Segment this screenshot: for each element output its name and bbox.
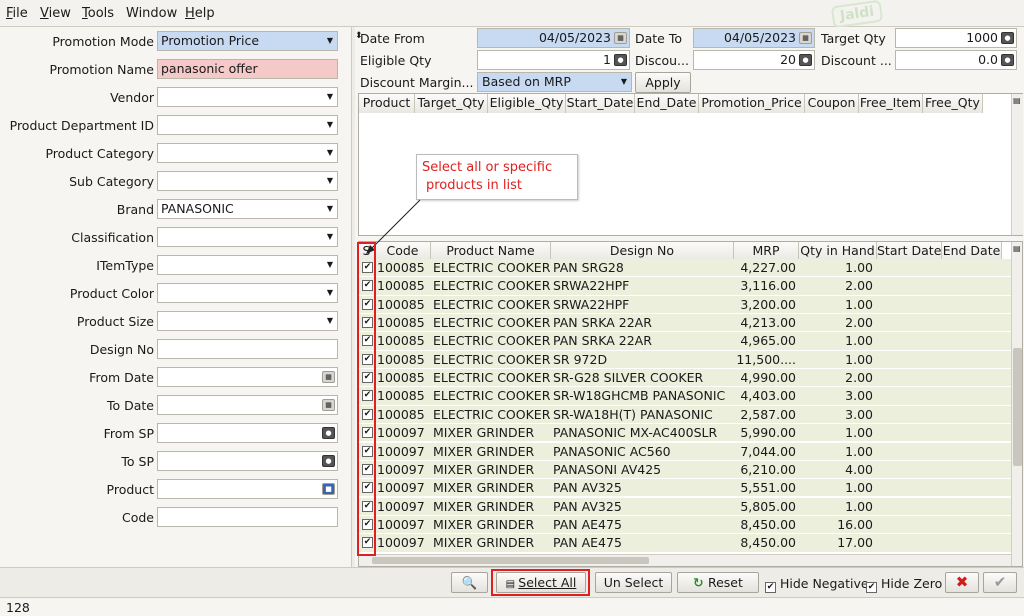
- check-icon: ✔: [993, 573, 1007, 591]
- hide-zero-checkbox[interactable]: ✔ Hide Zero: [866, 576, 942, 593]
- reset-button[interactable]: ↻ Reset: [677, 572, 759, 593]
- close-icon: ✖: [955, 573, 969, 591]
- select-column-highlight: [357, 242, 376, 556]
- record-count: 128: [6, 600, 30, 615]
- bottom-toolbar: 🔍 ▤ Select All Un Select ↻ Reset ✔ Hide …: [0, 567, 1024, 597]
- refresh-icon: ↻: [693, 575, 708, 590]
- close-button[interactable]: ✖: [945, 572, 979, 593]
- status-bar: 128: [0, 597, 1024, 616]
- search-doc-icon: 🔍: [461, 575, 478, 590]
- hide-negative-checkbox[interactable]: ✔ Hide Negative: [765, 576, 869, 593]
- select-all-highlight: [491, 569, 590, 596]
- checkbox-icon[interactable]: ✔: [765, 582, 776, 593]
- unselect-button[interactable]: Un Select: [595, 572, 672, 593]
- preview-button[interactable]: 🔍: [451, 572, 488, 593]
- checkbox-icon[interactable]: ✔: [866, 582, 877, 593]
- confirm-button[interactable]: ✔: [983, 572, 1017, 593]
- app-window: File View Tools Window Help Jaldi Promot…: [0, 0, 1024, 616]
- annotation-arrow: [366, 199, 421, 254]
